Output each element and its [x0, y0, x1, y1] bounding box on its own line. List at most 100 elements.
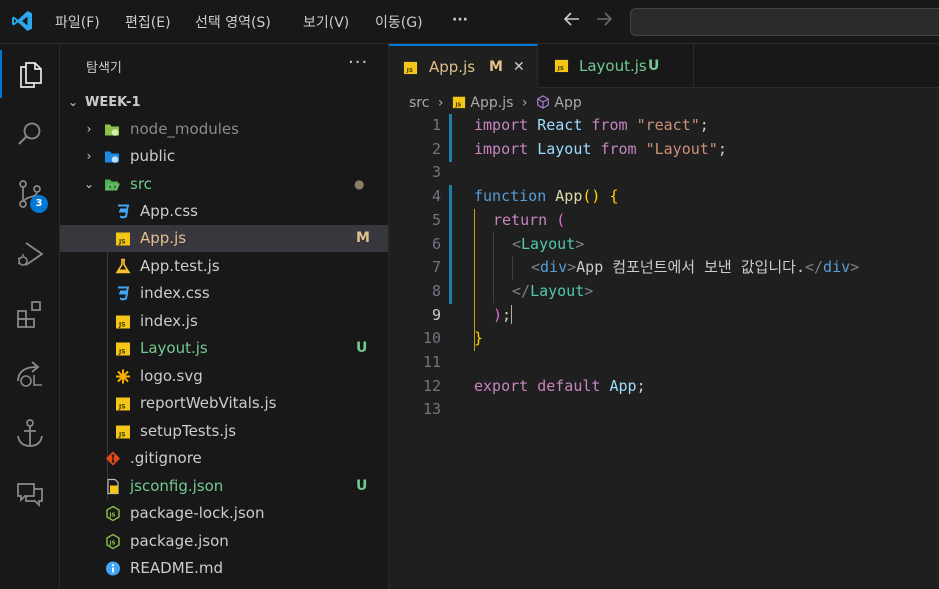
tree-item-setup-tests[interactable]: JS setupTests.js: [60, 418, 388, 445]
code-line-9: );: [493, 304, 513, 324]
command-center-search[interactable]: [630, 8, 939, 36]
anchor-button[interactable]: [0, 410, 60, 458]
workspace-root[interactable]: ⌄ WEEK-1: [60, 89, 388, 116]
run-debug-icon: [17, 242, 44, 266]
menu-selection[interactable]: 선택 영역(S): [195, 12, 271, 32]
comments-button[interactable]: [0, 470, 60, 518]
tree-item-index-css[interactable]: index.css: [60, 280, 388, 307]
remote-button[interactable]: [0, 350, 60, 398]
tree-item-index-js[interactable]: JS index.js: [60, 308, 388, 335]
tree-item-label: logo.svg: [140, 367, 203, 385]
code-line-10: }: [474, 329, 484, 348]
js-file-icon: JS: [452, 96, 466, 108]
svg-text:JS: JS: [557, 66, 564, 72]
tree-item-src[interactable]: ⌄ src ●: [60, 171, 388, 198]
search-button[interactable]: [0, 110, 60, 158]
node-folder-icon: [105, 124, 119, 136]
explorer-button[interactable]: [0, 50, 60, 98]
svg-text:JS: JS: [118, 239, 126, 246]
tree-item-package-json[interactable]: JS package.json: [60, 528, 388, 555]
tree-item-logo-svg[interactable]: logo.svg: [60, 363, 388, 390]
breadcrumb-file[interactable]: App.js: [470, 95, 513, 111]
js-file-icon: JS: [554, 59, 569, 72]
modified-dot-icon: ●: [354, 177, 365, 191]
menu-view[interactable]: 보기(V): [303, 12, 349, 32]
vscode-logo-icon[interactable]: [10, 9, 34, 33]
code-editor[interactable]: 1 2 3 4 5 6 7 8 9 10 11 12 13 import Rea…: [389, 114, 939, 589]
code-line-8: </Layout>: [512, 281, 594, 300]
menu-more-button[interactable]: ···: [452, 12, 468, 28]
svg-file-icon: [116, 369, 130, 384]
close-icon[interactable]: ✕: [513, 46, 525, 88]
line-number: 1: [431, 116, 441, 134]
arrow-left-icon[interactable]: [562, 9, 582, 29]
run-debug-button[interactable]: [0, 230, 60, 278]
arrow-right-icon[interactable]: [594, 9, 614, 29]
tree-item-label: index.js: [140, 312, 198, 330]
git-status-badge: M: [356, 230, 370, 246]
tree-item-label: App.js: [140, 229, 187, 247]
css-file-icon: [118, 286, 130, 301]
code-line-12: export default App;: [474, 376, 646, 395]
public-folder-icon: [105, 151, 119, 163]
tab-layout-js[interactable]: JS Layout.js U: [538, 44, 694, 88]
tree-item-label: App.test.js: [140, 257, 220, 275]
tree-item-label: jsconfig.json: [130, 477, 224, 495]
menu-go[interactable]: 이동(G): [375, 12, 423, 32]
tree-item-app-css[interactable]: App.css: [60, 198, 388, 225]
tree-item-jsconfig[interactable]: jsconfig.json U: [60, 473, 388, 500]
code-line-2: import Layout from "Layout";: [474, 139, 727, 158]
tree-item-label: Layout.js: [140, 339, 208, 357]
tab-label: App.js: [429, 58, 476, 76]
git-status-badge: U: [356, 340, 368, 356]
anchor-icon: [17, 419, 43, 447]
info-icon: [106, 561, 120, 576]
tree-item-label: .gitignore: [130, 449, 202, 467]
git-icon: [106, 451, 120, 466]
extensions-icon: [17, 301, 41, 328]
menu-file[interactable]: 파일(F): [55, 12, 100, 32]
tree-item-layout-js[interactable]: JS Layout.js U: [60, 335, 388, 362]
tree-item-package-lock[interactable]: JS package-lock.json: [60, 500, 388, 527]
git-status-badge: U: [356, 478, 368, 494]
chevron-right-icon: ›: [521, 95, 528, 111]
line-number: 13: [422, 400, 441, 419]
line-number: 7: [431, 258, 441, 277]
code-line-6: <Layout>: [512, 234, 585, 253]
tree-item-gitignore[interactable]: .gitignore: [60, 445, 388, 472]
svg-text:JS: JS: [118, 432, 126, 439]
indent-guide: [493, 232, 494, 303]
tree-item-app-test-js[interactable]: App.test.js: [60, 253, 388, 280]
js-file-icon: JS: [116, 342, 130, 356]
tree-item-label: public: [130, 147, 176, 165]
explorer-more-button[interactable]: ···: [348, 52, 368, 73]
breadcrumb-symbol[interactable]: App: [554, 95, 581, 111]
line-number: 10: [422, 329, 441, 348]
tree-item-public[interactable]: › public: [60, 143, 388, 170]
code-line-4: function App() {: [474, 187, 619, 206]
tree-item-readme[interactable]: README.md: [60, 555, 388, 582]
code-line-1: import React from "react";: [474, 116, 709, 134]
tab-app-js[interactable]: JS App.js M ✕: [389, 44, 538, 88]
svg-text:JS: JS: [118, 404, 126, 411]
breadcrumb: src › JS App.js › App: [409, 93, 582, 113]
text-cursor: [511, 304, 513, 324]
source-control-button[interactable]: 3: [0, 170, 60, 218]
nodejs-icon: JS: [106, 533, 120, 550]
svg-text:JS: JS: [118, 322, 126, 329]
breadcrumb-folder[interactable]: src: [409, 95, 429, 111]
tree-item-label: README.md: [130, 559, 224, 577]
search-icon: [18, 122, 41, 145]
tree-item-node-modules[interactable]: › node_modules: [60, 116, 388, 143]
js-file-icon: JS: [116, 232, 130, 246]
line-number: 8: [431, 281, 441, 300]
js-file-icon: JS: [403, 61, 418, 74]
tab-status: M: [489, 59, 503, 75]
menu-edit[interactable]: 편집(E): [125, 12, 171, 32]
line-number: 2: [431, 139, 441, 158]
source-control-badge: 3: [30, 195, 48, 213]
tree-item-app-js[interactable]: JS App.js M: [60, 225, 388, 252]
chevron-right-icon: ›: [86, 149, 92, 163]
tree-item-report-web-vitals[interactable]: JS reportWebVitals.js: [60, 390, 388, 417]
extensions-button[interactable]: [0, 290, 60, 338]
